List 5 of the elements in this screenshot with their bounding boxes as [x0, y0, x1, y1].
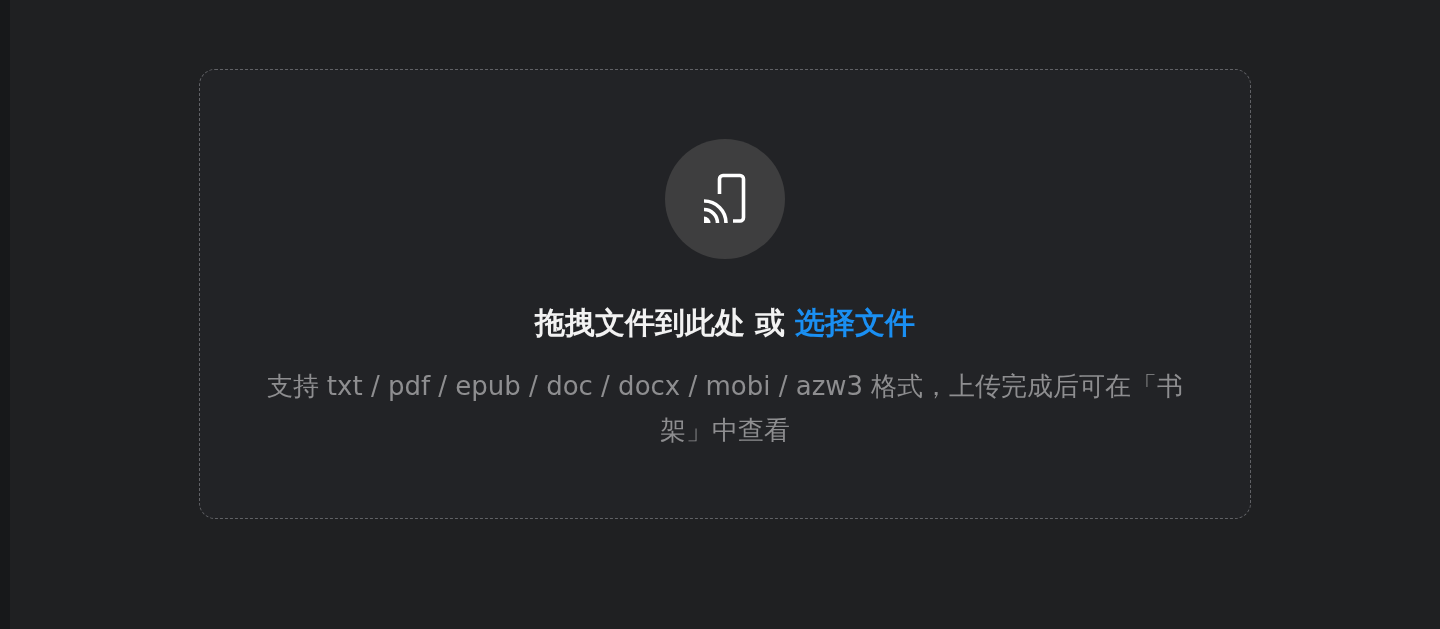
phone-waves-icon — [665, 139, 785, 259]
format-hint: 支持 txt / pdf / epub / doc / docx / mobi / azw3 格式，上传完成后可在「书架」中查看 — [265, 370, 1185, 447]
choose-file-link[interactable]: 选择文件 — [795, 305, 916, 340]
upload-prompt: 拖拽文件到此处 或 选择文件 — [534, 304, 916, 342]
drop-zone[interactable]: 拖拽文件到此处 或 选择文件 支持 txt / pdf / epub / doc / docx / mobi / azw3 格式，上传完成后可在「书架」中查看 — [199, 69, 1251, 519]
